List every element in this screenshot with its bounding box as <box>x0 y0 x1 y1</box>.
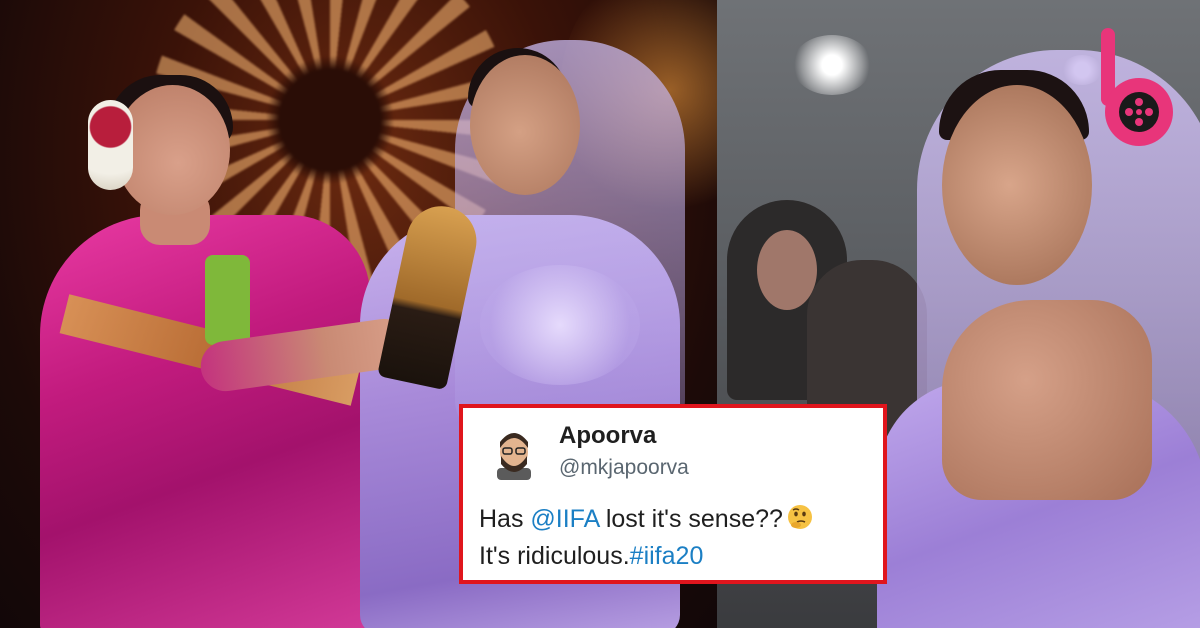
hair-flowers <box>88 100 133 190</box>
tweet-card: Apoorva @mkjapoorva Has @IIFA lost it's … <box>459 404 887 584</box>
avatar <box>497 433 531 480</box>
feather-sleeve <box>480 265 640 385</box>
hashtag-link[interactable]: #iifa20 <box>630 542 704 570</box>
tweet-author-name[interactable]: Apoorva <box>559 422 656 450</box>
tweet-text: lost it's sense?? <box>598 505 783 533</box>
winner-face <box>470 55 580 195</box>
tweet-text-line-2: It's ridiculous.#iifa20 <box>479 542 703 571</box>
mention-link[interactable]: @IIFA <box>530 505 598 533</box>
portrait-face <box>942 85 1092 285</box>
tweet-text: Has <box>479 505 531 533</box>
film-reel-b-logo-icon <box>1101 28 1173 146</box>
thinking-face-icon <box>787 505 812 529</box>
crowd-face <box>757 230 817 310</box>
bare-shoulder <box>942 300 1152 500</box>
green-blouse <box>205 255 250 345</box>
tweet-author-handle[interactable]: @mkjapoorva <box>559 456 689 480</box>
tweet-text: It's ridiculous. <box>479 542 630 570</box>
ceiling-lamp <box>792 35 872 95</box>
tweet-text-line-1: Has @IIFA lost it's sense?? <box>479 504 813 534</box>
